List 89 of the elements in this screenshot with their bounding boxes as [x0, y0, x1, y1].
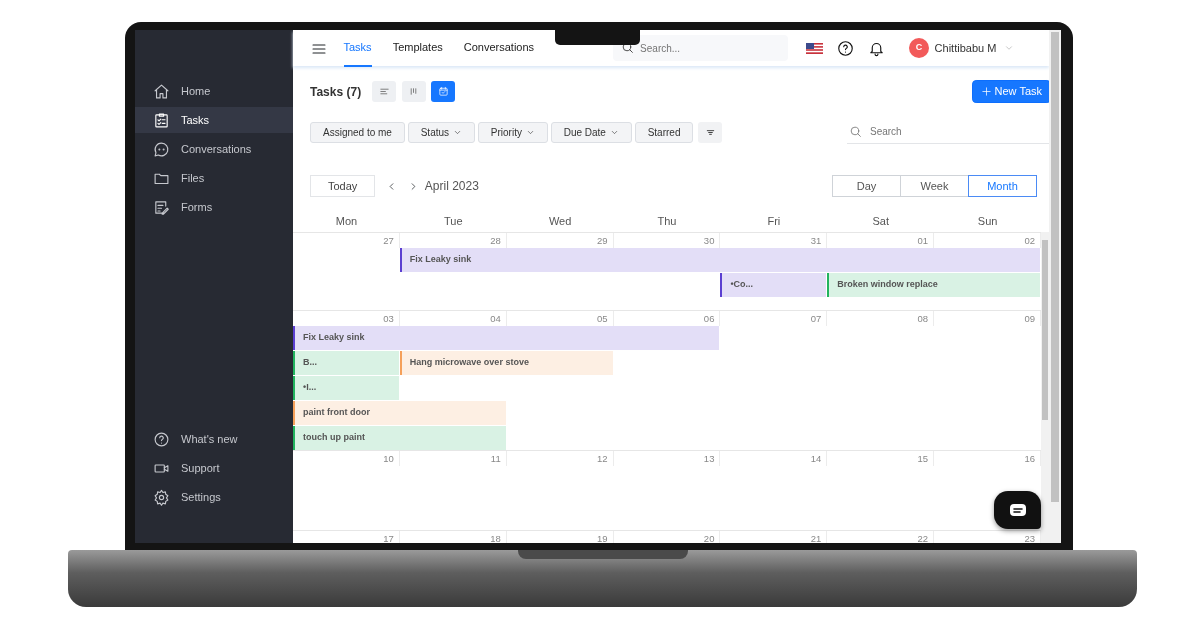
chat-button[interactable]	[994, 491, 1041, 529]
date-number: 17	[383, 533, 394, 543]
date-number: 21	[810, 533, 822, 543]
page-title: Tasks (7)	[310, 83, 362, 101]
sidebar-item[interactable]: Forms	[135, 194, 293, 220]
date-number: 02	[1024, 235, 1035, 247]
date-number: 12	[597, 453, 608, 465]
view-toggle[interactable]	[431, 81, 456, 102]
filter-button[interactable]: Assigned to me	[310, 121, 405, 143]
search-field[interactable]: Search...	[613, 35, 789, 61]
scrollbar[interactable]	[1049, 30, 1061, 543]
weekday-header: Sun	[976, 214, 999, 229]
date-number: 19	[597, 533, 608, 543]
date-number: 27	[383, 235, 394, 247]
date-number: 22	[917, 533, 929, 543]
clipboard-icon	[153, 111, 170, 129]
date-number: 07	[810, 313, 822, 325]
nav-tab[interactable]: Tasks	[343, 30, 372, 67]
new-task-button[interactable]: New Task	[971, 80, 1051, 103]
list-icon	[378, 86, 390, 97]
date-number: 23	[1024, 533, 1035, 543]
date-number: 15	[917, 453, 929, 465]
today-button[interactable]: Today	[310, 175, 376, 197]
help-icon[interactable]	[837, 39, 855, 57]
flag-icon[interactable]	[806, 42, 824, 54]
date-number: 10	[383, 453, 394, 465]
weekday-header: Mon	[334, 214, 359, 229]
calendar-event[interactable]: B...	[293, 351, 399, 375]
sidebar-item[interactable]: Conversations	[135, 136, 293, 162]
date-number: 06	[703, 313, 715, 325]
sidebar-item[interactable]: Tasks	[135, 107, 293, 133]
weekday-header: Thu	[656, 214, 678, 229]
weekday-header: Wed	[547, 214, 573, 229]
calendar-event[interactable]: touch up paint	[293, 426, 506, 450]
user-name[interactable]: Chittibabu M	[934, 39, 997, 57]
month-label: April 2023	[424, 178, 479, 195]
form-icon	[153, 198, 170, 216]
date-number: 05	[597, 313, 608, 325]
date-number: 29	[597, 235, 608, 247]
date-number: 18	[490, 533, 501, 543]
date-number: 14	[810, 453, 822, 465]
weekday-header: Tue	[443, 214, 464, 229]
date-number: 04	[490, 313, 501, 325]
filter-button[interactable]: Due Date	[550, 121, 632, 143]
view-mode-tab[interactable]: Week	[900, 175, 969, 197]
settings-icon	[153, 488, 170, 506]
scrollbar[interactable]	[1041, 232, 1049, 543]
chevron-down-icon	[1004, 43, 1015, 53]
nav-tab[interactable]: Templates	[392, 30, 443, 67]
help-icon	[153, 430, 170, 448]
view-toggle[interactable]	[401, 81, 426, 102]
date-number: 20	[703, 533, 715, 543]
search-icon	[849, 125, 862, 138]
sidebar-item[interactable]: Settings	[135, 484, 293, 510]
weekday-header: Fri	[766, 214, 782, 229]
home-icon	[153, 82, 170, 100]
view-toggle[interactable]	[372, 81, 397, 102]
chat-icon	[1008, 503, 1027, 517]
date-number: 03	[383, 313, 394, 325]
calendar-event[interactable]: paint front door	[293, 401, 506, 425]
sidebar-item[interactable]: What's new	[135, 426, 293, 452]
plus-icon	[980, 86, 992, 97]
date-number: 28	[490, 235, 501, 247]
filter-button[interactable]: Priority	[477, 121, 548, 143]
calendar-event[interactable]: Fix Leaky sink	[293, 326, 720, 350]
sidebar-item[interactable]: Home	[135, 78, 293, 104]
date-number: 01	[917, 235, 929, 247]
view-mode-tab[interactable]: Day	[832, 175, 901, 197]
date-number: 09	[1024, 313, 1035, 325]
weekday-header: Sat	[871, 214, 890, 229]
date-number: 13	[703, 453, 715, 465]
date-number: 16	[1024, 453, 1035, 465]
date-number: 30	[703, 235, 715, 247]
view-mode-tab[interactable]: Month	[968, 175, 1037, 197]
sidebar-item[interactable]: Files	[135, 165, 293, 191]
calendar-event[interactable]: Broken window replace	[827, 273, 1040, 297]
date-number: 11	[490, 453, 501, 465]
date-number: 08	[917, 313, 929, 325]
calendar-icon	[437, 86, 449, 97]
calendar-event[interactable]: •I...	[293, 376, 399, 400]
calendar-event[interactable]: •Co...	[720, 273, 827, 297]
filter-button[interactable]	[698, 121, 723, 143]
sidebar-item[interactable]: Support	[135, 455, 293, 481]
nav-tab[interactable]: Conversations	[463, 30, 535, 67]
calendar-event[interactable]: Fix Leaky sink	[399, 248, 1040, 272]
date-number: 31	[810, 235, 822, 247]
filter-button[interactable]: Starred	[634, 121, 694, 143]
filter-button[interactable]: Status	[407, 121, 476, 143]
chat-bubble-icon	[153, 140, 170, 158]
